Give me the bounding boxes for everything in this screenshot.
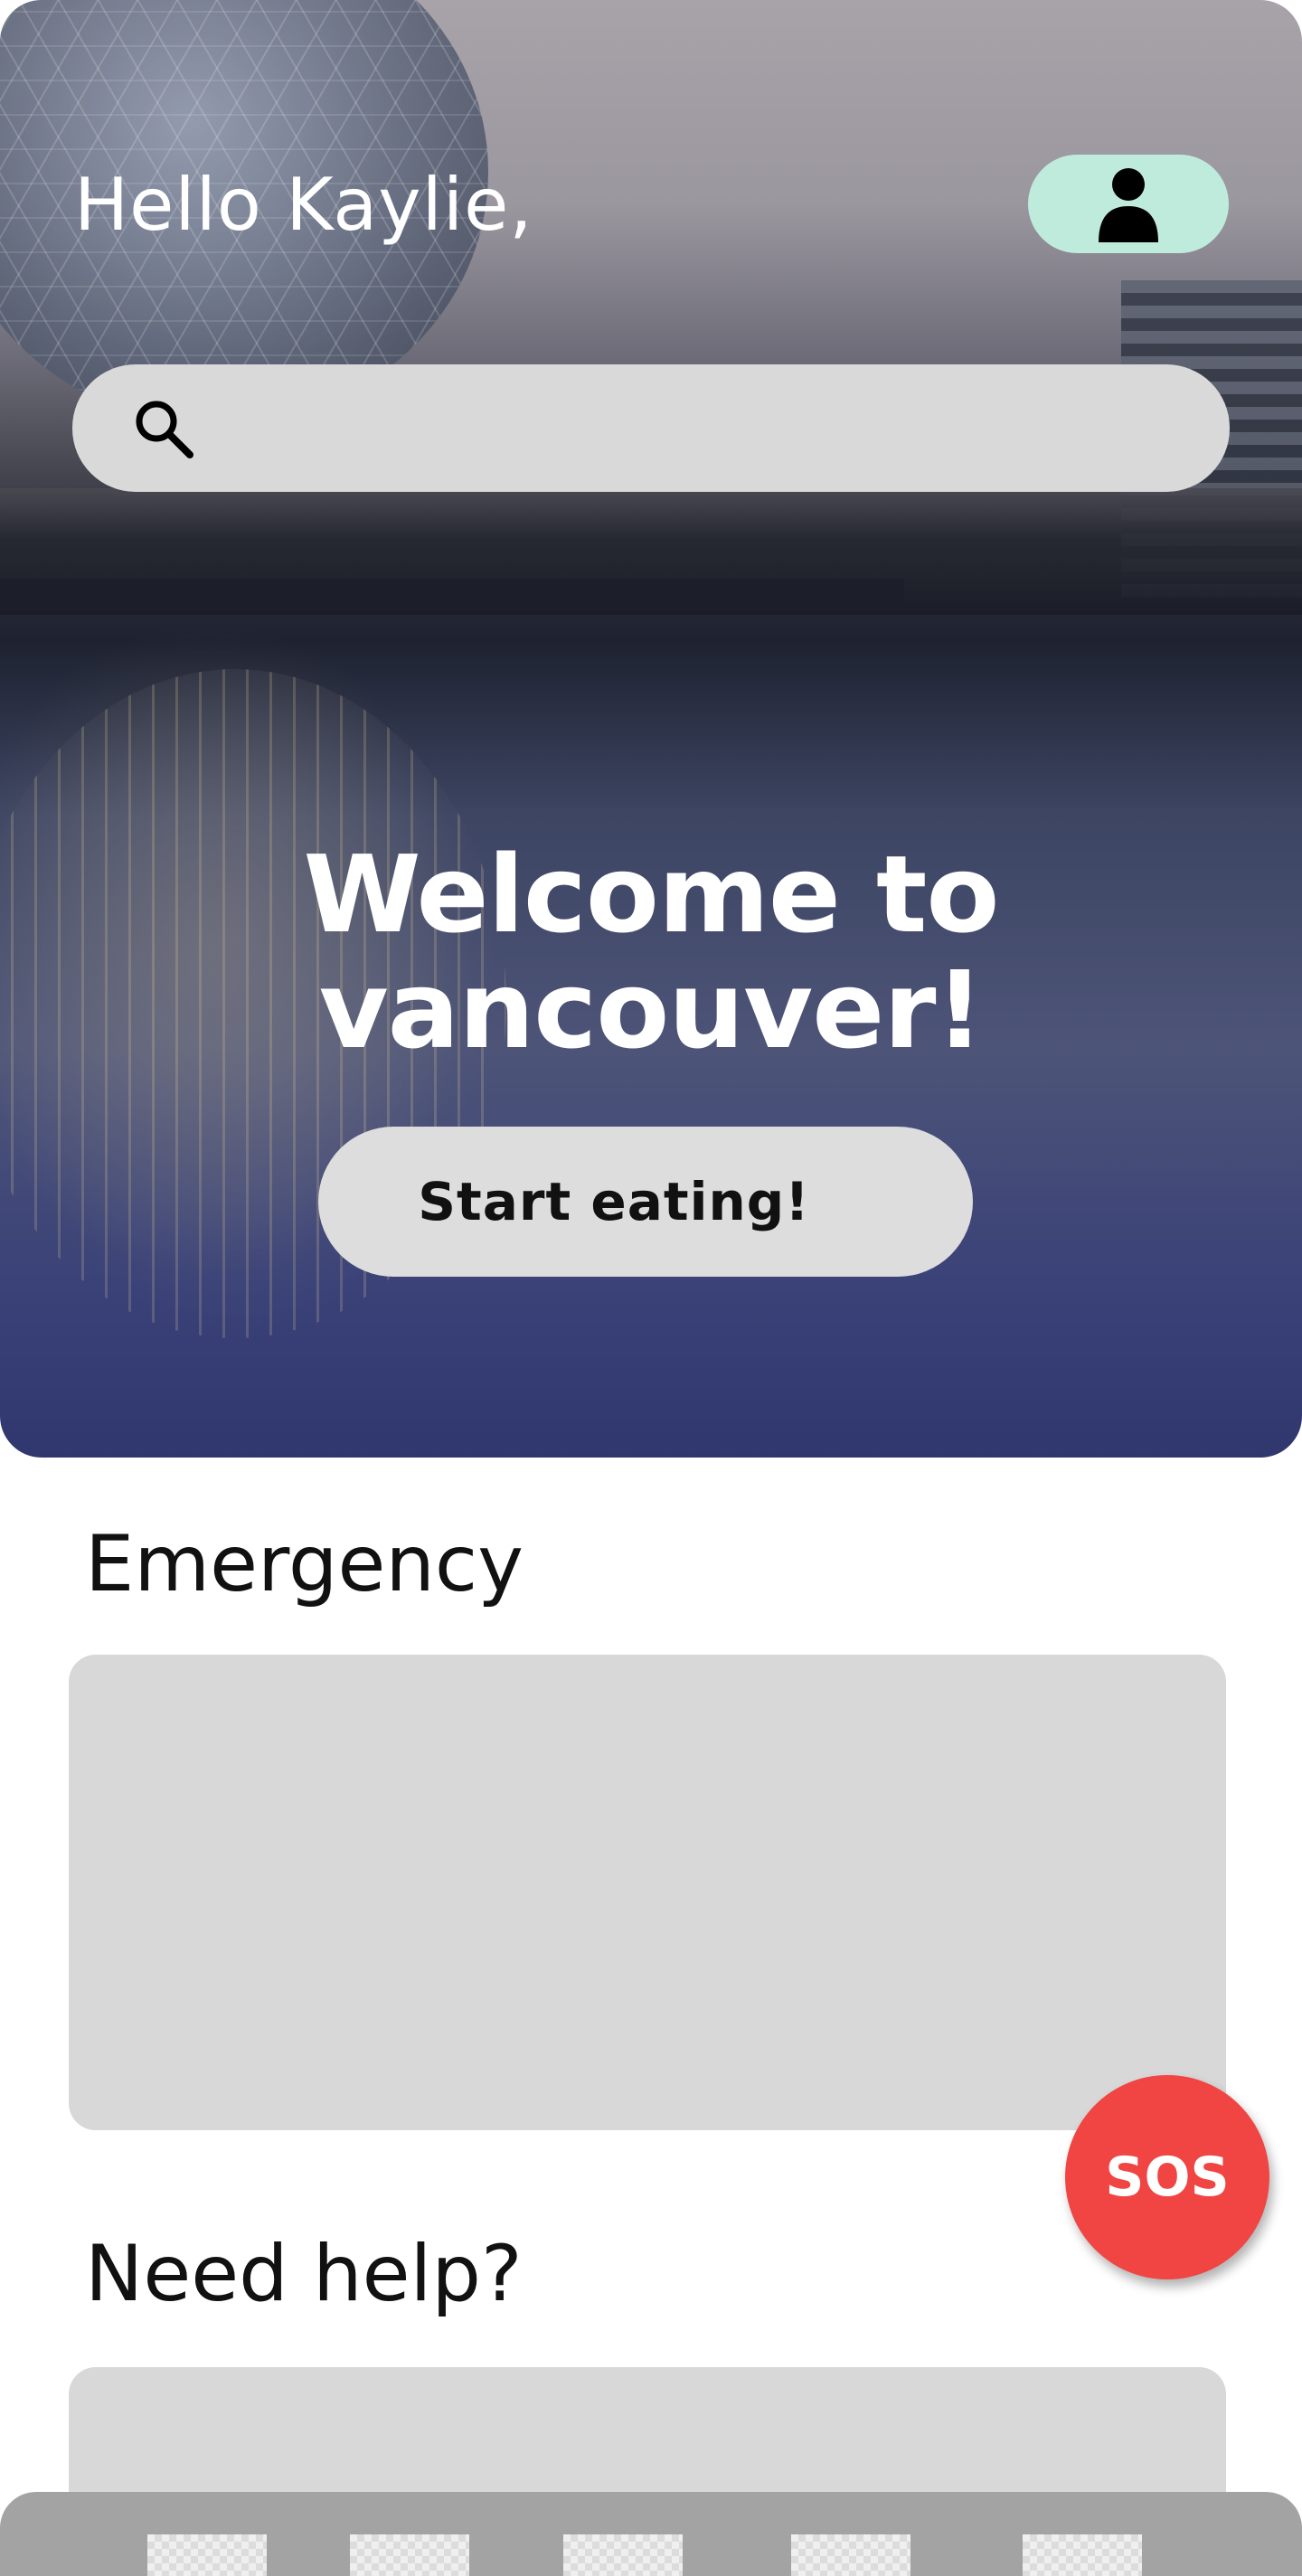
nav-item-5[interactable] bbox=[1023, 2534, 1142, 2576]
user-icon bbox=[1099, 167, 1158, 242]
bottom-nav-bar bbox=[0, 2492, 1302, 2576]
sos-button[interactable]: SOS bbox=[1065, 2075, 1269, 2279]
nav-item-4[interactable] bbox=[791, 2534, 910, 2576]
welcome-heading: Welcome to vancouver! bbox=[0, 836, 1302, 1068]
help-section-title: Need help? bbox=[85, 2229, 523, 2319]
greeting-text: Hello Kaylie, bbox=[74, 163, 533, 247]
welcome-line-1: Welcome to bbox=[303, 832, 1000, 957]
nav-item-1[interactable] bbox=[147, 2534, 267, 2576]
welcome-line-2: vancouver! bbox=[318, 948, 985, 1072]
start-eating-button[interactable]: Start eating! bbox=[318, 1127, 973, 1277]
profile-button[interactable] bbox=[1028, 155, 1229, 253]
search-icon bbox=[136, 401, 193, 458]
search-input[interactable] bbox=[217, 364, 1194, 492]
hero-pier bbox=[0, 579, 904, 606]
emergency-section-title: Emergency bbox=[85, 1519, 524, 1609]
emergency-card[interactable] bbox=[69, 1655, 1226, 2130]
nav-item-2[interactable] bbox=[350, 2534, 469, 2576]
nav-item-3[interactable] bbox=[563, 2534, 683, 2576]
search-bar[interactable] bbox=[72, 364, 1230, 492]
